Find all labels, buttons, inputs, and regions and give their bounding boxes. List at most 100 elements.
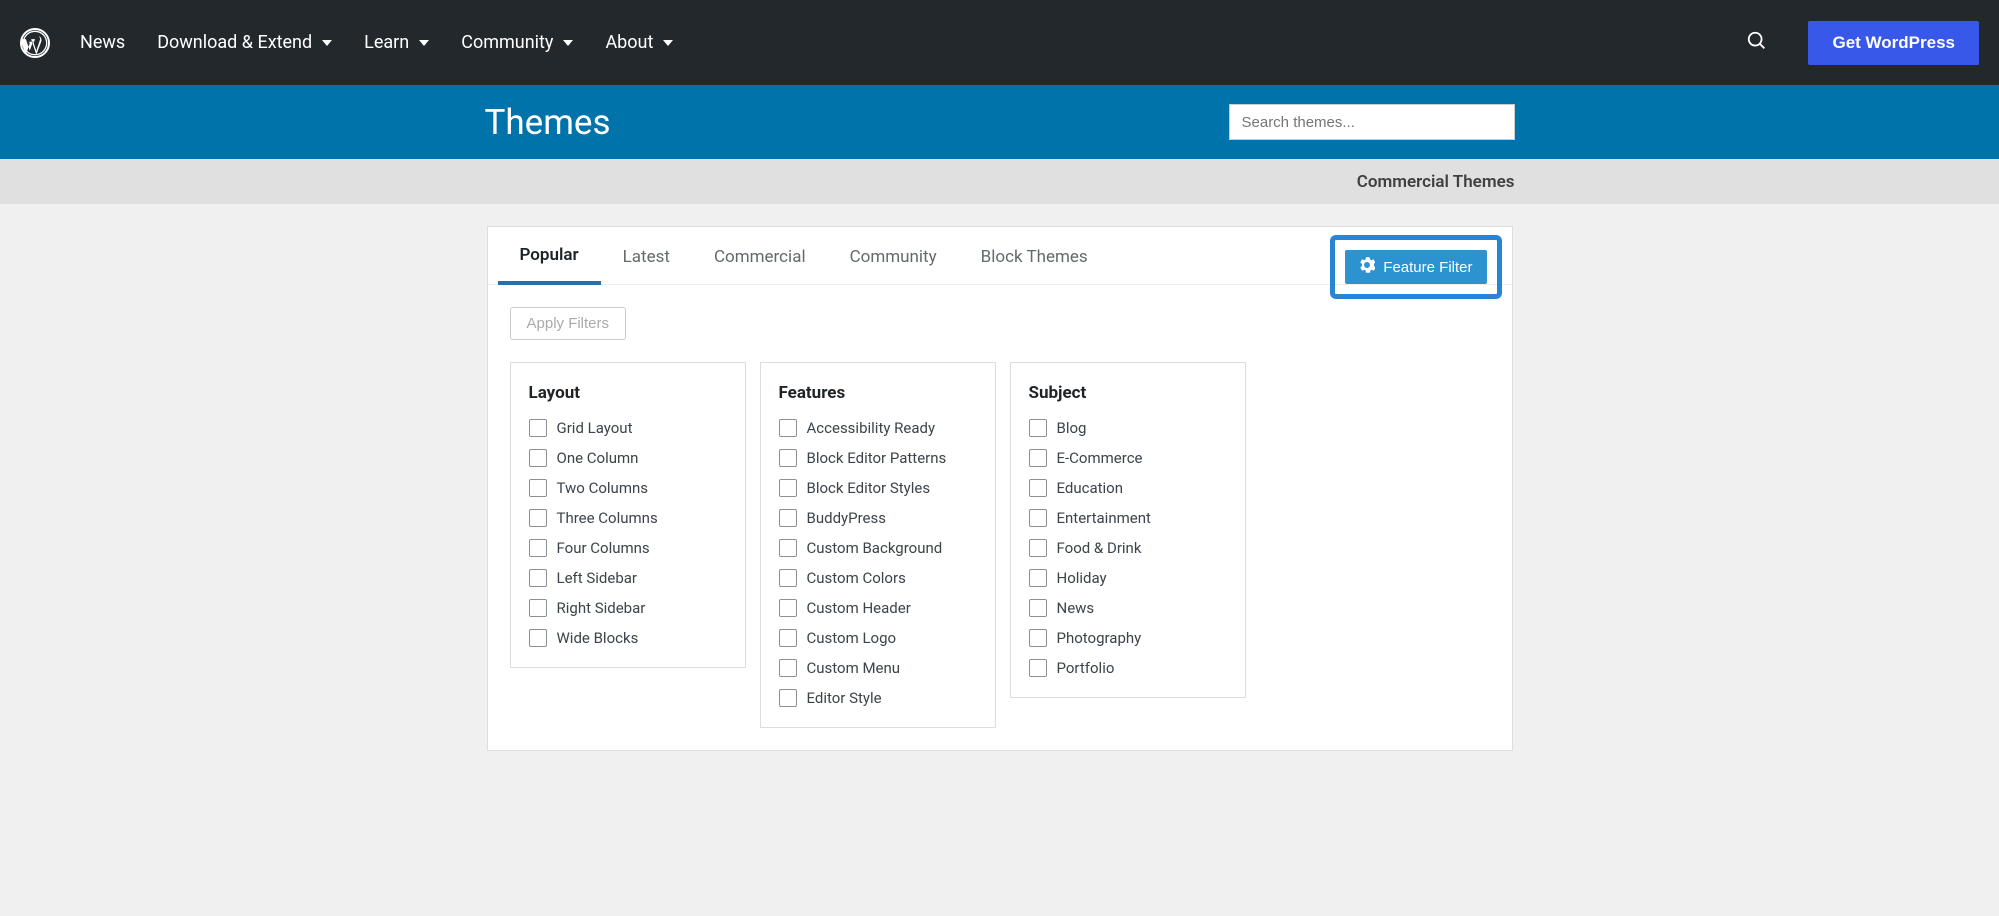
filter-label[interactable]: Custom Menu — [807, 659, 901, 677]
search-themes-input[interactable] — [1229, 104, 1515, 140]
filter-item: Three Columns — [529, 509, 727, 527]
filter-label[interactable]: Custom Background — [807, 539, 943, 557]
filter-item: Custom Colors — [779, 569, 977, 587]
filter-label[interactable]: Three Columns — [557, 509, 658, 527]
nav-item-news[interactable]: News — [80, 32, 125, 53]
filter-checkbox[interactable] — [529, 509, 547, 527]
filter-checkbox[interactable] — [529, 419, 547, 437]
nav-item-community[interactable]: Community — [461, 32, 573, 53]
filter-heading: Subject — [1029, 383, 1227, 403]
filter-label[interactable]: Custom Logo — [807, 629, 897, 647]
filter-item: Custom Header — [779, 599, 977, 617]
filter-checkbox[interactable] — [1029, 449, 1047, 467]
chevron-down-icon — [322, 40, 332, 46]
search-toggle[interactable] — [1746, 30, 1768, 56]
filter-checkbox[interactable] — [529, 569, 547, 587]
filter-group-layout: Layout Grid Layout One Column Two Column… — [510, 362, 746, 668]
filter-checkbox[interactable] — [779, 509, 797, 527]
filter-label[interactable]: Wide Blocks — [557, 629, 639, 647]
filter-checkbox[interactable] — [779, 449, 797, 467]
filter-checkbox[interactable] — [1029, 479, 1047, 497]
nav-label: Learn — [364, 32, 409, 53]
get-wordpress-button[interactable]: Get WordPress — [1808, 21, 1979, 65]
filter-label[interactable]: BuddyPress — [807, 509, 886, 527]
nav-label: News — [80, 32, 125, 53]
filter-label[interactable]: Four Columns — [557, 539, 650, 557]
filter-checkbox[interactable] — [529, 449, 547, 467]
filters-area: Apply Filters Layout Grid Layout One Col… — [488, 285, 1512, 750]
feature-filter-highlight: Feature Filter — [1330, 235, 1501, 299]
tab-popular[interactable]: Popular — [498, 227, 601, 285]
filter-heading: Features — [779, 383, 977, 403]
filter-label[interactable]: Entertainment — [1057, 509, 1151, 527]
filter-label[interactable]: Block Editor Styles — [807, 479, 931, 497]
filter-item: Portfolio — [1029, 659, 1227, 677]
filter-label[interactable]: Custom Header — [807, 599, 911, 617]
tab-block-themes[interactable]: Block Themes — [959, 229, 1110, 283]
filter-heading: Layout — [529, 383, 727, 403]
filter-label[interactable]: Accessibility Ready — [807, 419, 936, 437]
filter-label[interactable]: News — [1057, 599, 1095, 617]
filter-label[interactable]: Left Sidebar — [557, 569, 638, 587]
filter-checkbox[interactable] — [1029, 509, 1047, 527]
filter-group-subject: Subject Blog E-Commerce Education Entert… — [1010, 362, 1246, 698]
filter-label[interactable]: Photography — [1057, 629, 1142, 647]
filter-label[interactable]: Editor Style — [807, 689, 882, 707]
nav-item-about[interactable]: About — [605, 32, 673, 53]
filter-label[interactable]: Custom Colors — [807, 569, 906, 587]
commercial-themes-link[interactable]: Commercial Themes — [1357, 172, 1515, 192]
filter-checkbox[interactable] — [529, 629, 547, 647]
filter-item: Two Columns — [529, 479, 727, 497]
page-header: Themes — [0, 85, 1999, 159]
filter-label[interactable]: E-Commerce — [1057, 449, 1143, 467]
filter-checkbox[interactable] — [779, 599, 797, 617]
filter-label[interactable]: Food & Drink — [1057, 539, 1142, 557]
filter-label[interactable]: Right Sidebar — [557, 599, 646, 617]
filter-checkbox[interactable] — [529, 539, 547, 557]
filter-item: Custom Background — [779, 539, 977, 557]
filter-checkbox[interactable] — [779, 539, 797, 557]
filter-checkbox[interactable] — [779, 569, 797, 587]
nav-item-learn[interactable]: Learn — [364, 32, 429, 53]
filter-checkbox[interactable] — [1029, 629, 1047, 647]
filter-item: Custom Menu — [779, 659, 977, 677]
filter-checkbox[interactable] — [779, 479, 797, 497]
filter-checkbox[interactable] — [1029, 419, 1047, 437]
filter-checkbox[interactable] — [1029, 539, 1047, 557]
filter-item: BuddyPress — [779, 509, 977, 527]
filter-columns: Layout Grid Layout One Column Two Column… — [510, 362, 1490, 728]
filter-item: Editor Style — [779, 689, 977, 707]
filter-item: Entertainment — [1029, 509, 1227, 527]
nav-label: About — [605, 32, 653, 53]
filter-label[interactable]: Education — [1057, 479, 1124, 497]
tab-commercial[interactable]: Commercial — [692, 229, 828, 283]
feature-filter-button[interactable]: Feature Filter — [1345, 250, 1486, 284]
filter-checkbox[interactable] — [529, 599, 547, 617]
filter-checkbox[interactable] — [1029, 659, 1047, 677]
filter-label[interactable]: Blog — [1057, 419, 1087, 437]
filter-label[interactable]: One Column — [557, 449, 639, 467]
tab-community[interactable]: Community — [828, 229, 959, 283]
filter-checkbox[interactable] — [779, 419, 797, 437]
feature-filter-label: Feature Filter — [1383, 259, 1472, 276]
filter-item: Four Columns — [529, 539, 727, 557]
nav-label: Download & Extend — [157, 32, 312, 53]
apply-filters-button[interactable]: Apply Filters — [510, 307, 627, 340]
filter-label[interactable]: Holiday — [1057, 569, 1107, 587]
nav-item-download[interactable]: Download & Extend — [157, 32, 332, 53]
tab-latest[interactable]: Latest — [601, 229, 692, 283]
wordpress-logo[interactable] — [20, 28, 50, 58]
filter-checkbox[interactable] — [779, 659, 797, 677]
filter-checkbox[interactable] — [779, 689, 797, 707]
filter-label[interactable]: Two Columns — [557, 479, 649, 497]
filter-label[interactable]: Block Editor Patterns — [807, 449, 947, 467]
filter-checkbox[interactable] — [1029, 569, 1047, 587]
filter-item: E-Commerce — [1029, 449, 1227, 467]
filter-checkbox[interactable] — [1029, 599, 1047, 617]
filter-item: Education — [1029, 479, 1227, 497]
filter-label[interactable]: Grid Layout — [557, 419, 633, 437]
filter-checkbox[interactable] — [779, 629, 797, 647]
filter-label[interactable]: Portfolio — [1057, 659, 1115, 677]
filter-checkbox[interactable] — [529, 479, 547, 497]
filter-item: One Column — [529, 449, 727, 467]
